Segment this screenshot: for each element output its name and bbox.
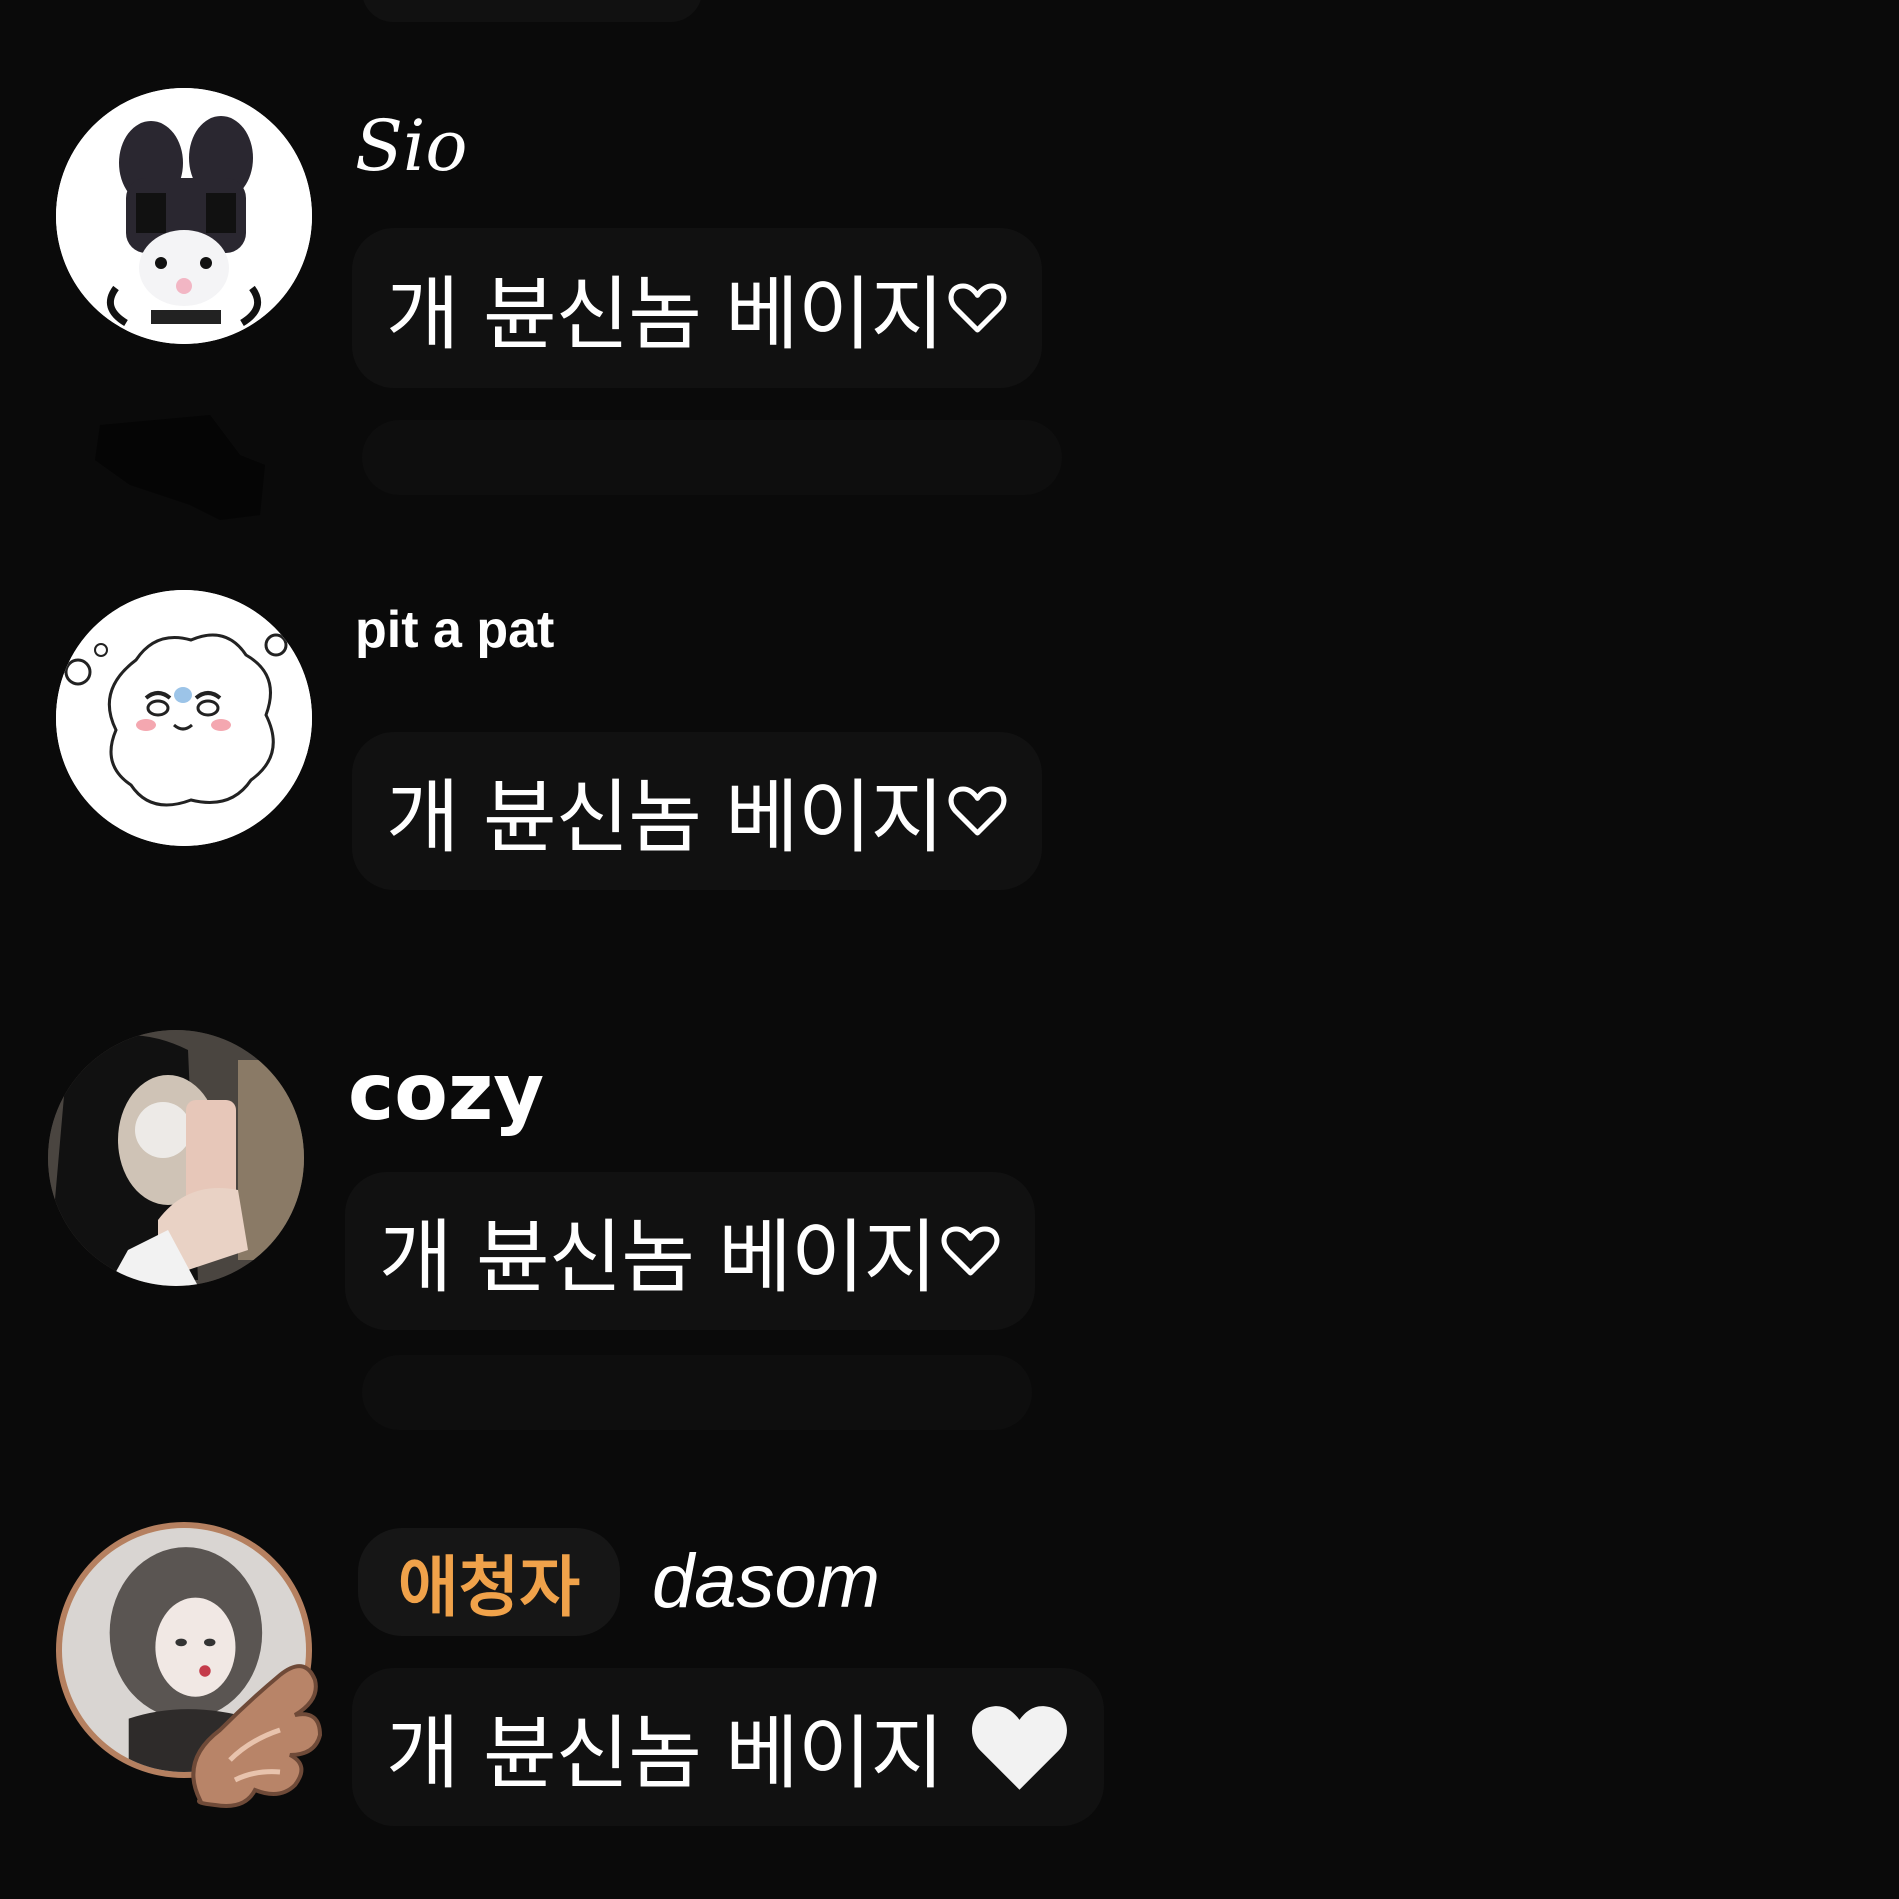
viewer-badge: 애청자 (358, 1528, 620, 1636)
avatar[interactable] (48, 1030, 304, 1286)
partial-bubble-middle (362, 420, 1062, 495)
selfie-avatar-icon (48, 1030, 304, 1286)
avatar[interactable] (56, 88, 312, 344)
comment-text: 개 뷴신놈 베이지 (386, 771, 944, 864)
comment-bubble[interactable]: 개 뷴신놈 베이지 (352, 1668, 1104, 1826)
bunny-avatar-icon (56, 88, 312, 344)
avatar[interactable] (56, 590, 312, 846)
partial-bubble-lower (362, 1355, 1032, 1430)
partial-bubble-top (362, 0, 702, 22)
comment-text: 개 뷴신놈 베이지 (379, 1211, 937, 1304)
heart-outline-icon (948, 283, 1007, 333)
comment-bubble[interactable]: 개 뷴신놈 베이지 (345, 1172, 1035, 1330)
heart-outline-icon (941, 1226, 1000, 1276)
comment-text: 개 뷴신놈 베이지 (386, 1707, 944, 1800)
comment-bubble[interactable]: 개 뷴신놈 베이지 (352, 732, 1042, 890)
sheep-avatar-icon (56, 590, 312, 846)
comment-text: 개 뷴신놈 베이지 (386, 268, 944, 361)
username[interactable]: Sio (355, 105, 468, 187)
comment-bubble[interactable]: 개 뷴신놈 베이지 (352, 228, 1042, 388)
username[interactable]: dasom (652, 1538, 880, 1625)
redacted-mark (95, 415, 265, 520)
white-heart-icon (972, 1706, 1068, 1790)
badge-label: 애청자 (397, 1549, 581, 1626)
username[interactable]: cozy (348, 1048, 544, 1138)
wing-decoration-icon (191, 1664, 323, 1808)
heart-outline-icon (948, 786, 1007, 836)
username[interactable]: pit a pat (355, 600, 554, 660)
